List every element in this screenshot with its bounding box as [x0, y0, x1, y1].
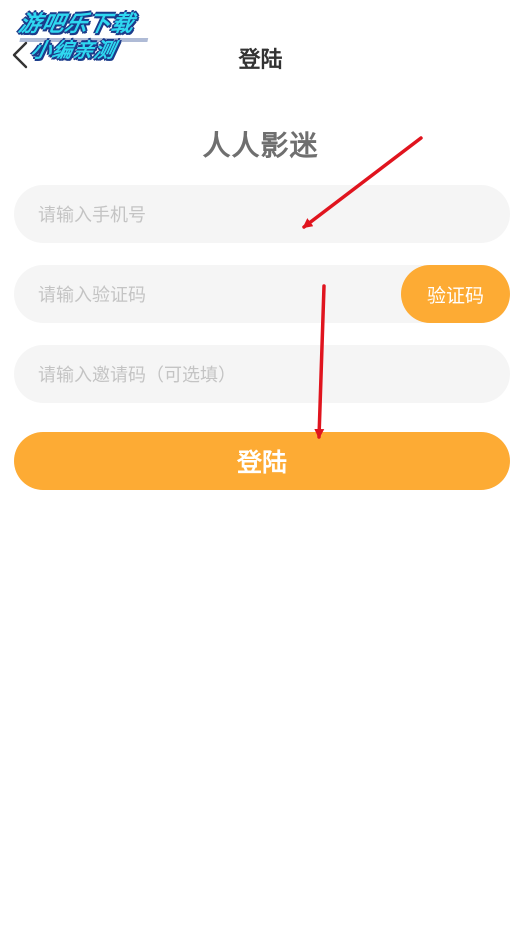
verification-code-input[interactable] — [36, 265, 400, 325]
phone-field — [14, 185, 510, 245]
login-page: 游吧乐下载 小编亲测 登陆 人人影迷 验证码 登陆 — [0, 0, 521, 925]
page-title: 登陆 — [238, 48, 283, 73]
login-button[interactable]: 登陆 — [14, 432, 510, 490]
get-code-button[interactable]: 验证码 — [401, 265, 510, 323]
code-field: 验证码 — [14, 265, 510, 325]
invite-field — [14, 345, 510, 405]
app-name-heading: 人人影迷 — [202, 129, 319, 162]
header-bar: 登陆 — [0, 30, 521, 84]
invite-code-input[interactable] — [36, 345, 400, 405]
phone-input[interactable] — [36, 185, 400, 245]
